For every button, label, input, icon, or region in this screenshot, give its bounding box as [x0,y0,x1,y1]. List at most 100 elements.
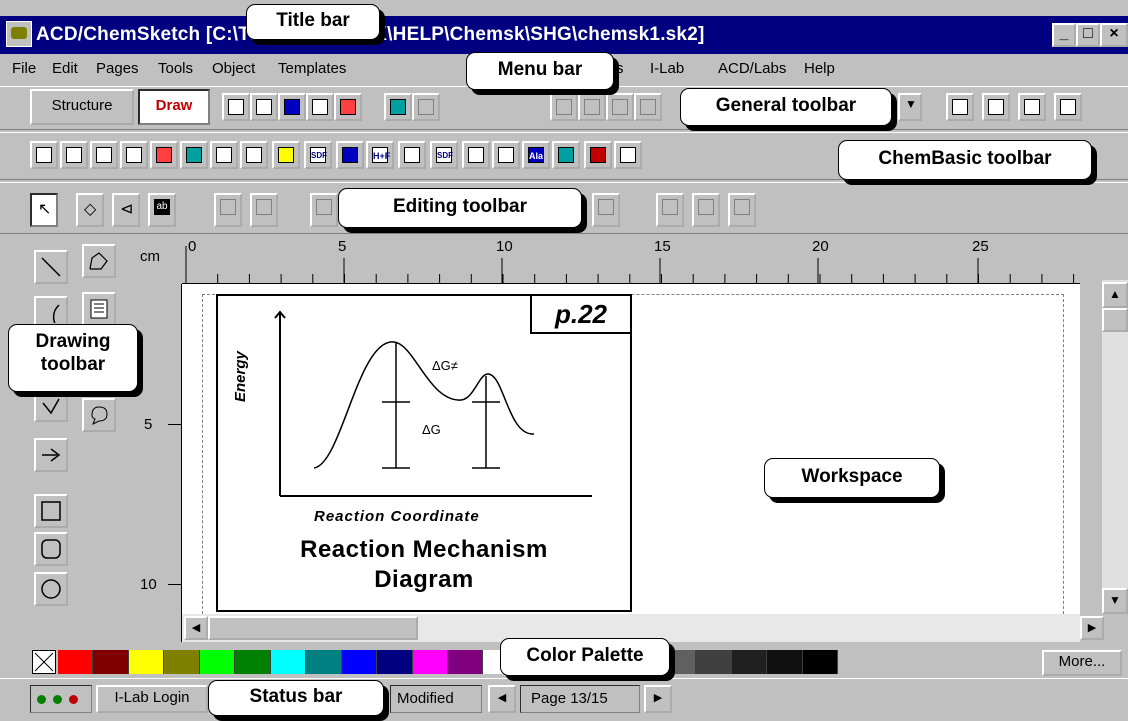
menu-partial[interactable]: s [616,60,624,77]
minimize-button[interactable]: _ [1052,23,1076,47]
callout-icon[interactable] [82,398,116,432]
flip-icon[interactable] [120,141,148,169]
color-swatch[interactable] [731,650,768,674]
distribute-icon[interactable] [592,193,620,227]
print-icon[interactable] [306,93,334,121]
check-tautomers-icon[interactable] [90,141,118,169]
scroll-up-button[interactable]: ▲ [1102,282,1128,308]
color-swatch[interactable] [164,650,200,674]
zoom-dropdown-icon[interactable]: ▼ [898,93,922,121]
color-swatch[interactable] [199,650,236,674]
next-page-button[interactable]: ▶ [644,685,672,713]
color-swatch[interactable] [696,650,732,674]
text-frame-icon[interactable] [82,292,116,326]
menu-help[interactable]: Help [804,60,835,77]
align-center-icon[interactable] [692,193,720,227]
menu-file[interactable]: File [12,60,36,77]
title-bar[interactable]: ACD/ChemSketch [C:\TMP\ACDWORK\HELP\Chem… [0,16,1128,54]
align-icon[interactable] [310,193,338,227]
table-icon[interactable] [240,141,268,169]
scroll-down-button[interactable]: ▼ [1102,588,1128,614]
arrow-icon[interactable] [34,438,68,472]
pdf-export-icon[interactable] [334,93,362,121]
scroll-right-button[interactable]: ▶ [1080,616,1104,640]
calc-properties-icon[interactable] [180,141,208,169]
menu-acdlabs[interactable]: ACD/Labs [718,60,786,77]
ring-tool-4-icon[interactable] [1054,93,1082,121]
color-swatch[interactable] [306,650,342,674]
color-swatch[interactable] [802,650,838,674]
ungroup-icon[interactable] [250,193,278,227]
color-swatch[interactable] [767,650,803,674]
prev-page-button[interactable]: ◀ [488,685,516,713]
color-swatch[interactable] [235,650,271,674]
save-icon[interactable] [278,93,306,121]
x-icon[interactable] [32,650,56,674]
menu-templates[interactable]: Templates [278,60,346,77]
close-button[interactable]: × [1100,23,1128,47]
color-swatch[interactable] [341,650,378,674]
bezier-icon[interactable] [34,388,68,422]
eraser-icon[interactable] [550,93,578,121]
undo-icon[interactable] [384,93,412,121]
rounded-rectangle-icon[interactable] [34,532,68,566]
vertical-scroll-thumb[interactable] [1102,308,1128,332]
select-arrow-icon[interactable]: ↖ [30,193,58,227]
color-swatch[interactable] [448,650,484,674]
spectrum-icon[interactable] [462,141,490,169]
paste-icon[interactable] [634,93,662,121]
align-left-icon[interactable] [656,193,684,227]
align-top-icon[interactable] [728,193,756,227]
polyline-icon[interactable] [82,244,116,278]
cut-icon[interactable] [578,93,606,121]
copy-icon[interactable] [606,93,634,121]
horizontal-scroll-thumb[interactable] [208,616,418,640]
app-icon[interactable] [6,21,32,47]
maximize-button[interactable]: □ [1076,23,1100,47]
new-page-icon[interactable] [222,93,250,121]
menu-ilab[interactable]: I-Lab [650,60,684,77]
color-swatch[interactable] [93,650,129,674]
open-icon[interactable] [250,93,278,121]
flask-icon[interactable] [492,141,520,169]
scroll-left-button[interactable]: ◀ [184,616,208,640]
line-icon[interactable] [34,250,68,284]
redo-icon[interactable] [412,93,440,121]
color-swatch[interactable] [377,650,413,674]
reaction-diagram[interactable]: Energy Reaction Coordinate ΔG ΔG≠ Reacti… [216,294,632,612]
color-swatch[interactable] [270,650,307,674]
color-swatch[interactable] [412,650,448,674]
amino-acid-icon[interactable]: Ala [522,141,550,169]
dna-icon[interactable] [584,141,612,169]
grid-icon[interactable] [336,141,364,169]
menu-object[interactable]: Object [212,60,255,77]
ring-tool-2-icon[interactable] [982,93,1010,121]
text-box-icon[interactable]: ab [148,193,176,227]
ring-tool-icon[interactable] [946,93,974,121]
group-icon[interactable] [214,193,242,227]
sdf-icon[interactable]: SDF [304,141,332,169]
clean-structure-icon[interactable] [30,141,58,169]
ellipse-icon[interactable] [34,572,68,606]
template-window-icon[interactable] [210,141,238,169]
gear-icon[interactable] [552,141,580,169]
h-f-icon[interactable]: H+F [366,141,394,169]
ring-tool-3-icon[interactable] [1018,93,1046,121]
color-swatch[interactable] [58,650,94,674]
lasso-icon[interactable]: ⊲ [112,193,140,227]
macro-icon[interactable] [614,141,642,169]
color-swatch[interactable] [128,650,165,674]
draw-mode-button[interactable]: Draw [138,89,210,125]
open-folder-icon[interactable] [272,141,300,169]
menu-tools[interactable]: Tools [158,60,193,77]
ilab-login-button[interactable]: I-Lab Login [96,685,208,713]
menu-edit[interactable]: Edit [52,60,78,77]
nomenclature-icon[interactable] [398,141,426,169]
sdf-2-icon[interactable]: SDF [430,141,458,169]
menu-pages[interactable]: Pages [96,60,139,77]
fire-icon[interactable] [150,141,178,169]
3d-optimize-icon[interactable] [60,141,88,169]
rectangle-icon[interactable] [34,494,68,528]
structure-mode-button[interactable]: Structure [30,89,134,125]
rotate-icon[interactable]: ◇ [76,193,104,227]
